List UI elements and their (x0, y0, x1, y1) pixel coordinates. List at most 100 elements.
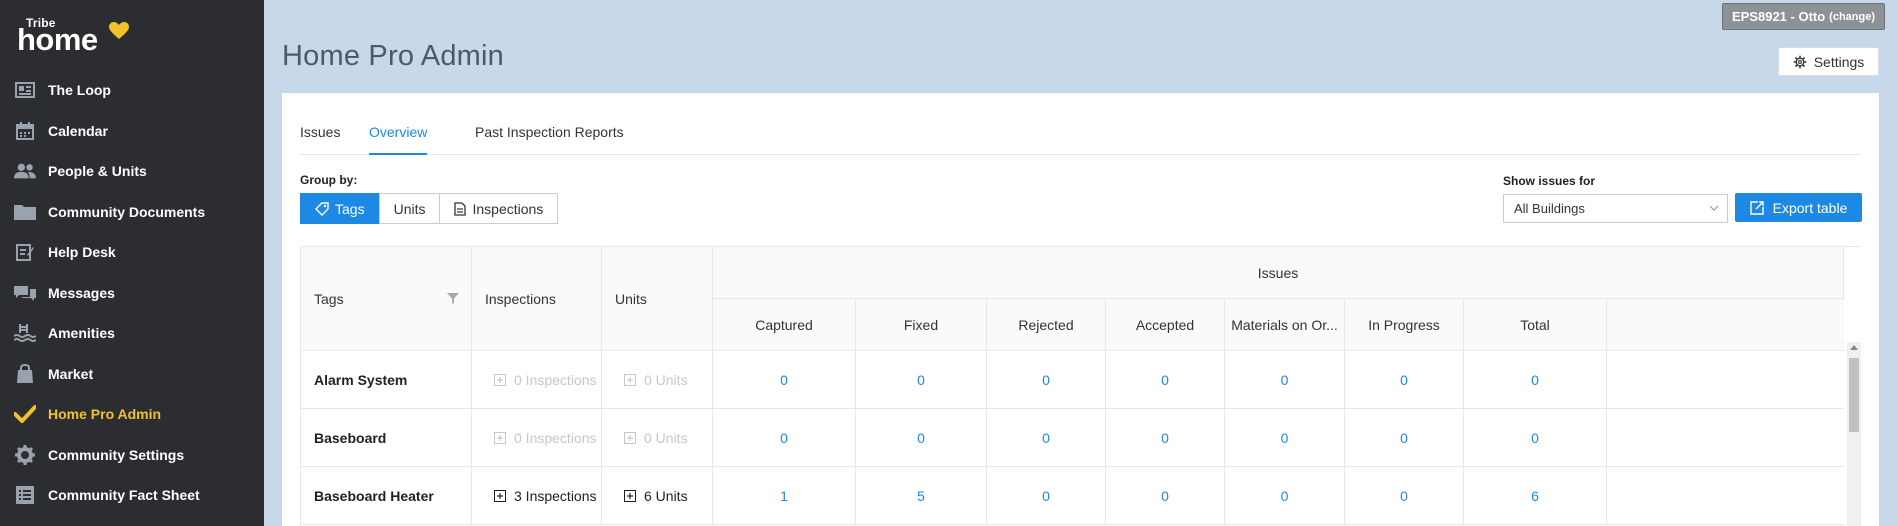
row-inspections-toggle[interactable]: 0 Inspections (472, 351, 602, 409)
chat-icon (14, 282, 36, 304)
checkmark-icon (14, 403, 36, 425)
settings-label: Settings (1813, 53, 1865, 70)
column-header-total: Total (1464, 299, 1607, 351)
row-issue-count-link[interactable]: 0 (713, 409, 856, 467)
tab-issues[interactable]: Issues (300, 124, 340, 153)
row-tag-name: Alarm System (301, 351, 472, 409)
row-issue-count-link[interactable]: 0 (1345, 467, 1464, 525)
row-issue-count-link[interactable]: 6 (1464, 467, 1607, 525)
expand-plus-icon[interactable] (624, 374, 636, 386)
sidebar-item-messages[interactable]: Messages (0, 273, 264, 314)
change-account-link[interactable]: (change) (1829, 11, 1875, 23)
row-issue-count-link[interactable]: 0 (987, 467, 1106, 525)
scroll-up-arrow-icon[interactable] (1850, 345, 1858, 350)
row-tag-name: Baseboard Heater (301, 467, 472, 525)
row-issue-count-link[interactable]: 0 (1106, 351, 1225, 409)
expand-plus-icon[interactable] (624, 490, 636, 502)
row-units-toggle[interactable]: 0 Units (602, 409, 713, 467)
settings-button[interactable]: Settings (1778, 47, 1879, 76)
row-issue-count-link[interactable]: 0 (987, 351, 1106, 409)
row-issue-count-link[interactable]: 0 (1464, 409, 1607, 467)
user-account-label: EPS8921 - Otto (1731, 9, 1826, 24)
tab-past-inspection-reports[interactable]: Past Inspection Reports (475, 124, 624, 153)
edit-note-icon (14, 241, 36, 263)
user-account-switcher[interactable]: EPS8921 - Otto (change) (1722, 3, 1885, 30)
group-by-inspections-button[interactable]: Inspections (439, 193, 559, 224)
row-inspections-count: 0 Inspections (514, 372, 597, 388)
sidebar-item-community-fact-sheet[interactable]: Community Fact Sheet (0, 475, 264, 516)
building-select-value: All Buildings (1514, 201, 1585, 216)
row-inspections-count: 3 Inspections (514, 488, 597, 504)
logo-big-text: home (17, 22, 98, 57)
row-issue-count-link[interactable]: 0 (856, 351, 987, 409)
sidebar-item-help-desk[interactable]: Help Desk (0, 232, 264, 273)
row-inspections-toggle[interactable]: 0 Inspections (472, 409, 602, 467)
table-header: Tags Inspections Units Issues Captured F… (301, 247, 1844, 351)
scrollbar-thumb[interactable] (1849, 358, 1859, 432)
table-row: Alarm System 0 Inspections 0 Units 0 0 0 0 0 0 0 (301, 351, 1844, 409)
row-issue-count-link[interactable]: 0 (1225, 409, 1345, 467)
row-issue-count-link[interactable]: 0 (1106, 409, 1225, 467)
expand-plus-icon[interactable] (494, 490, 506, 502)
calendar-icon (14, 120, 36, 142)
sidebar-item-the-loop[interactable]: The Loop (0, 70, 264, 111)
export-table-button[interactable]: Export table (1735, 193, 1862, 222)
sidebar-item-calendar[interactable]: Calendar (0, 111, 264, 152)
group-by-tags-button[interactable]: Tags (300, 193, 380, 224)
filter-icon[interactable] (447, 293, 459, 304)
column-header-units: Units (602, 247, 713, 351)
gear-icon (14, 444, 36, 466)
row-inspections-toggle[interactable]: 3 Inspections (472, 467, 602, 525)
group-by-units-button[interactable]: Units (378, 193, 441, 224)
sidebar-item-label: Amenities (48, 325, 115, 342)
row-units-toggle[interactable]: 6 Units (602, 467, 713, 525)
row-issue-count-link[interactable]: 5 (856, 467, 987, 525)
expand-plus-icon[interactable] (494, 374, 506, 386)
row-issue-count-link[interactable]: 0 (856, 409, 987, 467)
sidebar-item-home-pro-admin[interactable]: Home Pro Admin (0, 394, 264, 435)
building-select[interactable]: All Buildings (1503, 194, 1728, 223)
column-header-in-progress: In Progress (1345, 299, 1464, 351)
table-scrollbar[interactable] (1847, 342, 1861, 526)
group-by-segmented-control: Tags Units Inspections (300, 193, 559, 224)
sidebar-item-label: People & Units (48, 163, 147, 180)
row-issue-count-link[interactable]: 0 (1464, 351, 1607, 409)
main-card: Issues Overview Past Inspection Reports … (282, 93, 1879, 526)
expand-plus-icon[interactable] (494, 432, 506, 444)
row-issue-count-link[interactable]: 0 (1345, 351, 1464, 409)
group-by-inspections-label: Inspections (472, 200, 544, 217)
tab-overview[interactable]: Overview (369, 124, 428, 155)
row-issue-count-link[interactable]: 0 (987, 409, 1106, 467)
sidebar-item-community-settings[interactable]: Community Settings (0, 435, 264, 476)
sidebar-item-community-documents[interactable]: Community Documents (0, 192, 264, 233)
folder-icon (14, 201, 36, 223)
row-units-toggle[interactable]: 0 Units (602, 351, 713, 409)
newspaper-icon (14, 79, 36, 101)
overview-table: Tags Inspections Units Issues Captured F… (300, 246, 1861, 526)
sidebar-item-label: Community Documents (48, 203, 206, 220)
heart-icon (109, 22, 129, 39)
sidebar-item-people-units[interactable]: People & Units (0, 151, 264, 192)
row-issue-count-link[interactable]: 0 (1225, 467, 1345, 525)
row-issue-count-link[interactable]: 0 (1106, 467, 1225, 525)
sidebar-item-label: The Loop (48, 82, 111, 99)
sidebar-item-label: Messages (48, 284, 115, 301)
column-header-tags[interactable]: Tags (301, 247, 472, 351)
sidebar-item-label: Community Settings (48, 446, 185, 463)
row-issue-count-link[interactable]: 0 (1345, 409, 1464, 467)
tag-icon (315, 201, 329, 216)
row-issue-count-link[interactable]: 0 (713, 351, 856, 409)
export-table-label: Export table (1772, 199, 1848, 216)
column-header-accepted: Accepted (1106, 299, 1225, 351)
page-title: Home Pro Admin (282, 40, 504, 72)
row-issue-count-link[interactable]: 0 (1225, 351, 1345, 409)
expand-plus-icon[interactable] (624, 432, 636, 444)
chevron-down-icon (1709, 205, 1719, 211)
row-inspections-count: 0 Inspections (514, 430, 597, 446)
column-header-inspections: Inspections (472, 247, 602, 351)
sidebar-item-market[interactable]: Market (0, 354, 264, 395)
sidebar-item-amenities[interactable]: Amenities (0, 313, 264, 354)
row-issue-count-link[interactable]: 1 (713, 467, 856, 525)
column-header-materials-on-order: Materials on Or... (1225, 299, 1345, 351)
row-units-count: 6 Units (644, 488, 688, 504)
